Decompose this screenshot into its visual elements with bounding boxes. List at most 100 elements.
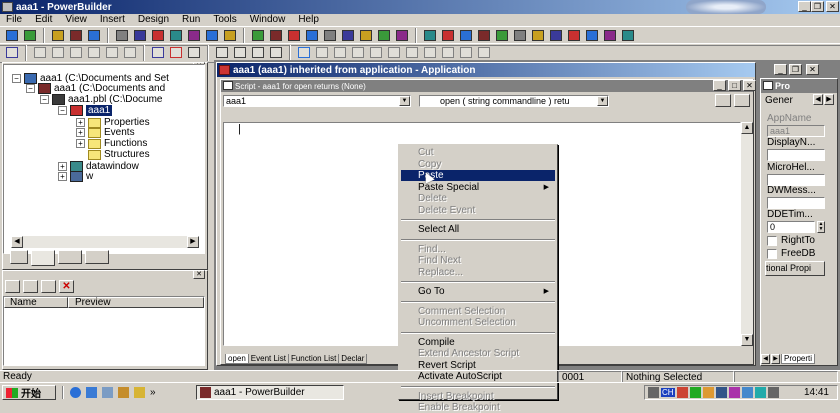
tab-event-list[interactable]: Event List [247,354,289,364]
event-dropdown[interactable]: open ( string commandline ) retu ▼ [419,95,609,107]
quick-launch-more[interactable]: » [150,387,156,398]
collapse-icon[interactable]: − [58,106,67,115]
menu-tools[interactable]: Tools [207,14,243,26]
toolbar-tool-icon[interactable] [512,28,528,44]
toolbar-tool-icon[interactable] [322,28,338,44]
toolbar-tool-icon[interactable] [204,28,220,44]
editor-vscrollbar[interactable]: ▲ ▼ [741,122,753,346]
clip-paste-icon[interactable] [23,280,38,293]
toolbar-tool-icon[interactable] [168,45,184,61]
toolbar-tool-icon[interactable] [50,45,66,61]
toolbar-tool-icon[interactable] [4,28,20,44]
menu-item-find[interactable]: Find... [401,244,555,255]
script-minimize-button[interactable]: _ [713,80,726,91]
toolbar-tool-icon[interactable] [394,28,410,44]
scroll-up-button[interactable]: ▲ [741,122,753,134]
menu-item-comment-selection[interactable]: Comment Selection [401,306,555,317]
tray-app-icon[interactable] [741,387,753,398]
tray-app-icon[interactable] [715,387,727,398]
system-tree[interactable]: − aaa1 (C:\Documents and Set − aaa1 (C:\Doc… [3,64,205,254]
expand-icon[interactable]: + [76,128,85,137]
clip-copy-icon[interactable] [5,280,20,293]
close-button[interactable]: ✕ [826,1,839,12]
network-icon[interactable] [689,387,701,398]
ddetimeout-field[interactable]: 0 [767,221,815,233]
tree-hscrollbar[interactable]: ◀ ▶ [11,236,199,248]
chevron-down-icon[interactable]: ▼ [399,96,410,106]
scroll-left-button[interactable]: ◀ [11,236,23,248]
script-list-icon[interactable] [734,94,750,107]
toolbar-tool-icon[interactable] [566,28,582,44]
toolbar-tool-icon[interactable] [68,45,84,61]
ime-icon[interactable] [676,387,688,398]
clip-close-button[interactable]: ✕ [193,270,205,279]
toolbar-tool-icon[interactable] [214,45,230,61]
toolbar-tool-icon[interactable] [494,28,510,44]
tab-scroll-left-button[interactable]: ◀ [813,94,823,105]
folder-icon[interactable] [134,387,145,398]
tree-tab-workspace-icon[interactable] [10,250,28,264]
tray-app-icon[interactable] [728,387,740,398]
expand-icon[interactable]: + [58,162,67,171]
tab-function-list[interactable]: Function List [287,354,340,364]
input-language-indicator[interactable]: CH [661,388,675,397]
toolbar-tool-icon[interactable] [548,28,564,44]
menu-help[interactable]: Help [292,14,326,26]
taskbar-app-button[interactable]: aaa1 - PowerBuilder [196,385,344,400]
toolbar-tool-icon[interactable] [268,45,284,61]
tab-open[interactable]: open [225,354,249,364]
menu-item-delete[interactable]: Delete [401,193,555,204]
menu-item-enable-breakpoint[interactable]: Enable Breakpoint [401,402,555,413]
app-restore-button[interactable]: ❐ [789,64,802,75]
toolbar-tool-icon[interactable] [340,28,356,44]
tree-tab-output-icon[interactable] [85,250,109,264]
toolbar-tool-icon[interactable] [440,45,456,61]
menu-design[interactable]: Design [132,14,176,26]
script-close-button[interactable]: ✕ [743,80,756,91]
restore-button[interactable]: ❐ [811,1,824,12]
scroll-down-button[interactable]: ▼ [741,334,753,346]
freedb-checkbox[interactable]: FreeDB [767,248,815,259]
toolbar-tool-icon[interactable] [250,45,266,61]
tree-item[interactable]: + w [58,171,93,182]
menu-view[interactable]: View [59,14,94,26]
toolbar-tool-icon[interactable] [368,45,384,61]
dwmessage-field[interactable] [767,197,825,209]
column-name[interactable]: Name [4,297,68,308]
menu-item-delete-event[interactable]: Delete Event [401,205,555,216]
tree-item[interactable]: − aaa1 [58,105,113,116]
column-preview[interactable]: Preview [68,297,204,308]
collapse-icon[interactable]: − [26,84,35,93]
toolbar-tool-icon[interactable] [186,28,202,44]
tab-properties[interactable]: Properti [781,354,816,364]
menu-item-copy[interactable]: Copy [401,159,555,170]
toolbar-tool-icon[interactable] [422,28,438,44]
app-minimize-button[interactable]: _ [774,64,787,75]
script-options-icon[interactable] [715,94,731,107]
toolbar-tool-icon[interactable] [476,28,492,44]
start-button[interactable]: 开始 [2,385,56,400]
menu-item-paste-special[interactable]: Paste Special ▶ [401,182,555,193]
toolbar-tool-icon[interactable] [530,28,546,44]
toolbar-tool-icon[interactable] [422,45,438,61]
bottom-scroll-left-button[interactable]: ◀ [761,354,770,364]
properties-tab-general[interactable]: Gener [765,95,793,106]
toolbar-tool-icon[interactable] [584,28,600,44]
toolbar-tool-icon[interactable] [296,45,312,61]
toolbar-tool-icon[interactable] [122,45,138,61]
tree-item[interactable]: Structures [76,149,150,160]
toolbar-tool-icon[interactable] [4,45,20,61]
minimize-button[interactable]: _ [798,1,811,12]
menu-insert[interactable]: Insert [94,14,132,26]
toolbar-tool-icon[interactable] [32,45,48,61]
menu-item-cut[interactable]: Cut [401,147,555,158]
menu-window[interactable]: Window [244,14,293,26]
bottom-scroll-right-button[interactable]: ▶ [771,354,780,364]
script-maximize-button[interactable]: □ [728,80,741,91]
menu-item-extend-ancestor-script[interactable]: Extend Ancestor Script [401,348,555,359]
chevron-down-icon[interactable]: ▼ [597,96,608,106]
toolbar-tool-icon[interactable] [350,45,366,61]
antivirus-icon[interactable] [702,387,714,398]
toolbar-tool-icon[interactable] [376,28,392,44]
toolbar-tool-icon[interactable] [250,28,266,44]
